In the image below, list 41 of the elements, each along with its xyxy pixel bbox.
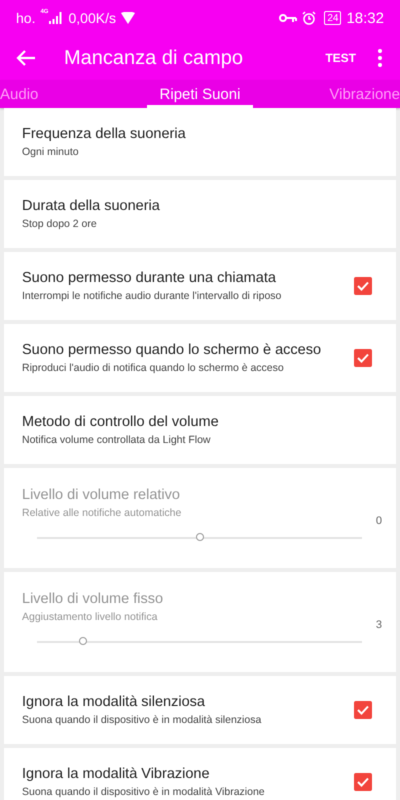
setting-title: Livello di volume relativo <box>22 487 181 503</box>
setting-row[interactable]: Suono permesso durante una chiamata Interrompi le notifiche audio durante l'intervallo di riposo <box>4 252 396 320</box>
carrier-name: ho. <box>16 10 36 26</box>
alarm-icon <box>302 11 316 25</box>
setting-summary: Aggiustamento livello notifica <box>22 611 158 623</box>
screen-title: Mancanza di campo <box>64 46 244 70</box>
setting-title: Frequenza della suoneria <box>22 126 187 142</box>
setting-title: Durata della suoneria <box>22 198 161 214</box>
setting-summary: Stop dopo 2 ore <box>22 218 98 230</box>
setting-row[interactable]: Suono permesso quando lo schermo è acceso Riproduci l'audio di notifica quando lo schermo è acceso <box>4 324 396 392</box>
setting-title: Ignora la modalità Vibrazione <box>22 766 211 782</box>
setting-title: Ignora la modalità silenziosa <box>22 694 206 710</box>
signal-icon <box>49 12 64 24</box>
back-arrow-icon[interactable] <box>16 50 36 66</box>
setting-row[interactable]: Ignora la modalità Vibrazione Suona quando il dispositivo è in modalità Vibrazione <box>4 748 396 800</box>
battery-level: 24 <box>324 11 342 25</box>
network-speed: 0,00K/s <box>68 10 116 26</box>
setting-row[interactable]: Metodo di controllo del volume Notifica volume controllata da Light Flow <box>4 396 396 464</box>
clock-time: 18:32 <box>346 10 384 26</box>
setting-summary: Relative alle notifiche automatiche <box>22 507 182 519</box>
key-icon <box>279 13 298 23</box>
checkbox[interactable] <box>354 349 372 367</box>
setting-summary: Suona quando il dispositivo è in modalità Vibrazione <box>22 786 266 798</box>
slider-value: 3 <box>376 619 382 631</box>
setting-summary: Notifica volume controllata da Light Flow <box>22 434 212 446</box>
setting-row[interactable]: Durata della suoneria Stop dopo 2 ore <box>4 180 396 248</box>
setting-summary: Riproduci l'audio di notifica quando lo schermo è acceso <box>22 362 285 374</box>
setting-summary: Ogni minuto <box>22 146 80 158</box>
checkbox[interactable] <box>354 277 372 295</box>
setting-row[interactable]: Frequenza della suoneria Ogni minuto <box>4 108 396 176</box>
setting-summary: Suona quando il dispositivo è in modalità silenziosa <box>22 714 262 726</box>
slider-value: 0 <box>376 515 382 527</box>
setting-title: Suono permesso durante una chiamata <box>22 270 277 286</box>
checkbox[interactable] <box>354 773 372 791</box>
setting-summary: Interrompi le notifiche audio durante l'intervallo di riposo <box>22 290 282 302</box>
setting-title: Livello di volume fisso <box>22 591 164 607</box>
setting-title: Suono permesso quando lo schermo è acceso <box>22 342 322 358</box>
checkbox[interactable] <box>354 701 372 719</box>
setting-title: Metodo di controllo del volume <box>22 414 220 430</box>
wifi-icon <box>120 12 135 24</box>
setting-row[interactable]: Ignora la modalità silenziosa Suona quando il dispositivo è in modalità silenziosa <box>4 676 396 744</box>
